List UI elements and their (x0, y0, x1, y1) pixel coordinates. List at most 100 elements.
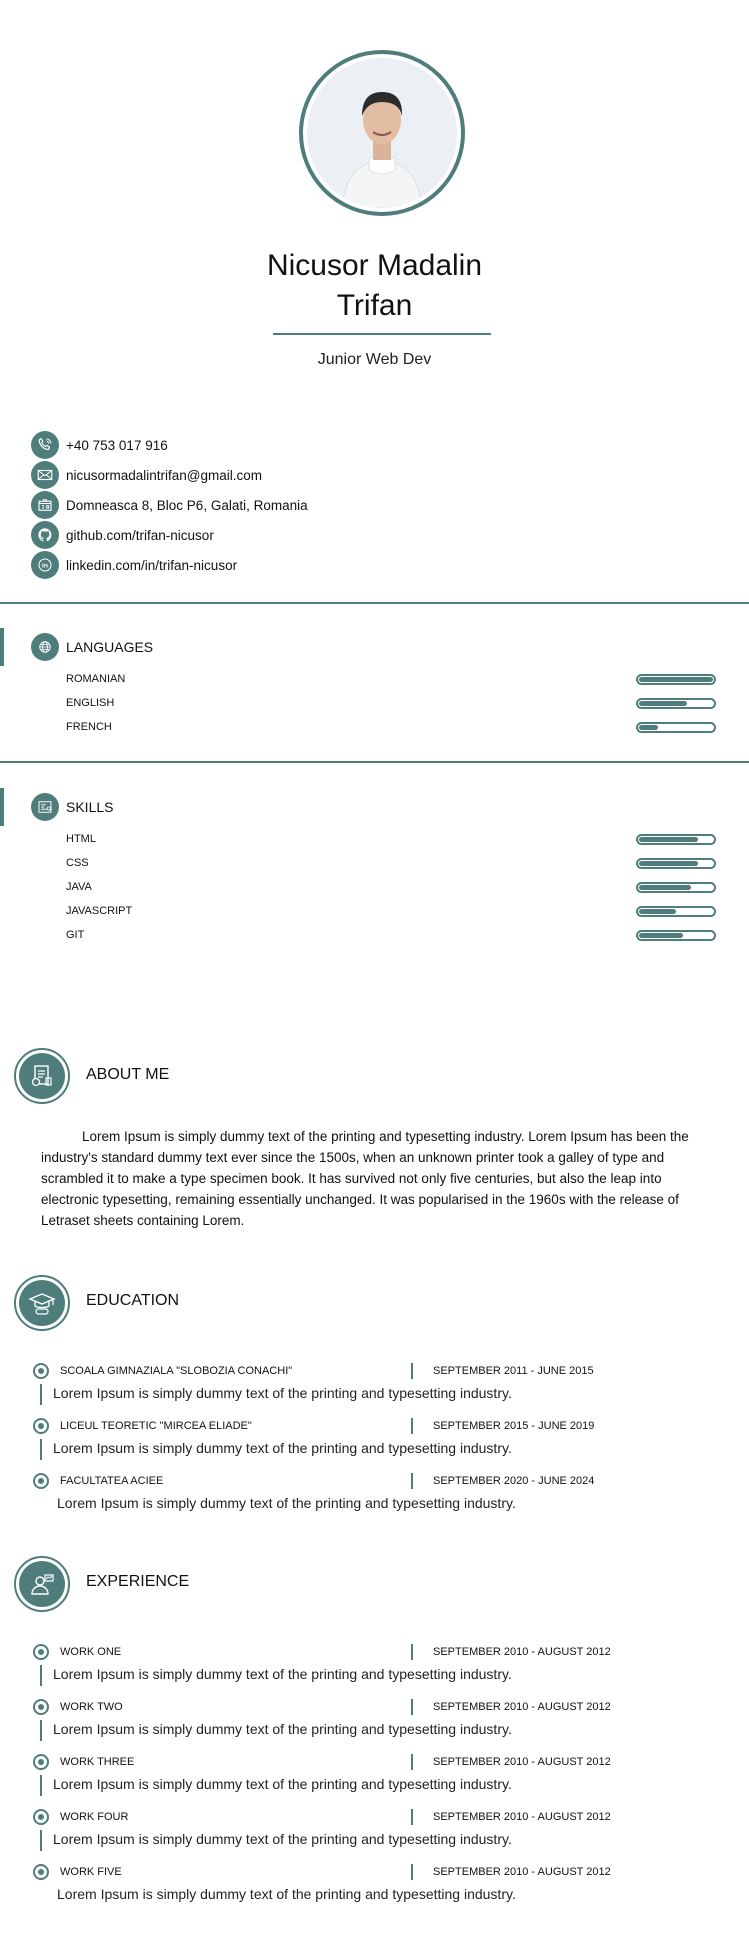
experience-date: SEPTEMBER 2010 - AUGUST 2012 (433, 1756, 611, 1768)
language-level-bar (636, 697, 716, 709)
level-fill (639, 932, 684, 938)
experience-job: WORK FIVE (60, 1866, 122, 1878)
timeline-dot-icon (33, 1699, 49, 1715)
level-fill (639, 700, 688, 706)
contact-phone-text: +40 753 017 916 (66, 437, 168, 453)
timeline-separator (411, 1363, 413, 1379)
graduation-cap-icon (19, 1280, 65, 1326)
linkedin-icon: in (31, 551, 59, 579)
education-description: Lorem Ipsum is simply dummy text of the … (33, 1384, 733, 1405)
education-school: SCOALA GIMNAZIALA "SLOBOZIA CONACHI" (60, 1365, 293, 1377)
skill-level-bar (636, 905, 716, 917)
education-date: SEPTEMBER 2015 - JUNE 2019 (433, 1420, 595, 1432)
contact-email[interactable]: nicusormadalintrifan@gmail.com (31, 460, 308, 490)
level-fill (639, 836, 699, 842)
timeline-dot-icon (33, 1418, 49, 1434)
language-label: ROMANIAN (66, 673, 126, 685)
experience-description: Lorem Ipsum is simply dummy text of the … (33, 1720, 733, 1741)
experience-description: Lorem Ipsum is simply dummy text of the … (33, 1775, 733, 1796)
timeline-dot-icon (33, 1864, 49, 1880)
education-date: SEPTEMBER 2020 - JUNE 2024 (433, 1475, 595, 1487)
profile-photo (307, 58, 457, 208)
about-icon-frame (14, 1048, 70, 1104)
experience-description: Lorem Ipsum is simply dummy text of the … (33, 1830, 733, 1851)
address-icon (31, 491, 59, 519)
skill-level-bar (636, 857, 716, 869)
timeline-dot-icon (33, 1473, 49, 1489)
level-fill (639, 908, 676, 914)
name-first: Nicusor Madalin (266, 249, 483, 282)
level-fill (639, 884, 691, 890)
education-item: FACULTATEA ACIEE SEPTEMBER 2020 - JUNE 2… (33, 1473, 733, 1511)
profile-photo-frame (299, 50, 465, 216)
skill-row: HTML (66, 832, 716, 846)
language-row: FRENCH (66, 720, 716, 734)
contact-github[interactable]: github.com/trifan-nicusor (31, 520, 308, 550)
language-label: FRENCH (66, 721, 112, 733)
skill-row: CSS (66, 856, 716, 870)
document-icon (19, 1053, 65, 1099)
skill-label: HTML (66, 833, 96, 845)
skill-row: JAVASCRIPT (66, 904, 716, 918)
timeline-separator (411, 1809, 413, 1825)
contact-address[interactable]: Domneasca 8, Bloc P6, Galati, Romania (31, 490, 308, 520)
education-date: SEPTEMBER 2011 - JUNE 2015 (433, 1365, 594, 1377)
timeline-separator (411, 1644, 413, 1660)
skill-label: JAVASCRIPT (66, 905, 133, 917)
person-photo-icon (307, 58, 457, 208)
level-fill (639, 860, 699, 866)
education-school: LICEUL TEORETIC "MIRCEA ELIADE" (60, 1420, 252, 1432)
name-last: Trifan (336, 289, 413, 322)
contact-email-text: nicusormadalintrifan@gmail.com (66, 467, 263, 483)
language-row: ENGLISH (66, 696, 716, 710)
experience-item: WORK FOUR SEPTEMBER 2010 - AUGUST 2012 L… (33, 1809, 733, 1851)
timeline-separator (411, 1473, 413, 1489)
contact-linkedin[interactable]: in linkedin.com/in/trifan-nicusor (31, 550, 308, 580)
experience-item: WORK FIVE SEPTEMBER 2010 - AUGUST 2012 L… (33, 1864, 733, 1902)
section-divider (0, 602, 749, 604)
job-title: Junior Web Dev (317, 351, 432, 368)
experience-item: WORK THREE SEPTEMBER 2010 - AUGUST 2012 … (33, 1754, 733, 1796)
level-fill (639, 676, 713, 682)
skill-label: CSS (66, 857, 89, 869)
timeline-separator (411, 1754, 413, 1770)
education-school: FACULTATEA ACIEE (60, 1475, 164, 1487)
experience-date: SEPTEMBER 2010 - AUGUST 2012 (433, 1866, 611, 1878)
experience-date: SEPTEMBER 2010 - AUGUST 2012 (433, 1646, 611, 1658)
contact-address-text: Domneasca 8, Bloc P6, Galati, Romania (66, 497, 308, 513)
experience-title: EXPERIENCE (86, 1573, 190, 1590)
contact-phone[interactable]: +40 753 017 916 (31, 430, 308, 460)
education-icon-frame (14, 1275, 70, 1331)
experience-job: WORK ONE (60, 1646, 122, 1658)
contact-list: +40 753 017 916 nicusormadalintrifan@gma… (31, 430, 308, 580)
skill-level-bar (636, 929, 716, 941)
education-description: Lorem Ipsum is simply dummy text of the … (57, 1495, 516, 1511)
skill-label: JAVA (66, 881, 92, 893)
language-level-bar (636, 673, 716, 685)
experience-date: SEPTEMBER 2010 - AUGUST 2012 (433, 1701, 611, 1713)
skills-icon (31, 793, 59, 821)
skill-level-bar (636, 881, 716, 893)
svg-text:in: in (42, 563, 48, 570)
skills-title: SKILLS (66, 799, 114, 815)
languages-header: LANGUAGES (31, 633, 153, 661)
language-level-bar (636, 721, 716, 733)
contact-linkedin-text: linkedin.com/in/trifan-nicusor (66, 557, 238, 573)
skills-header: SKILLS (31, 793, 113, 821)
experience-item: WORK ONE SEPTEMBER 2010 - AUGUST 2012 Lo… (33, 1644, 733, 1686)
github-icon (31, 521, 59, 549)
timeline-dot-icon (33, 1809, 49, 1825)
education-title: EDUCATION (86, 1292, 180, 1309)
language-row: ROMANIAN (66, 672, 716, 686)
experience-description: Lorem Ipsum is simply dummy text of the … (33, 1665, 733, 1686)
name-underline (273, 333, 491, 335)
skill-row: GIT (66, 928, 716, 942)
skill-label: GIT (66, 929, 85, 941)
level-fill (639, 724, 658, 730)
skills-accent-bar (0, 788, 4, 826)
education-item: SCOALA GIMNAZIALA "SLOBOZIA CONACHI" SEP… (33, 1363, 733, 1405)
mail-icon (31, 461, 59, 489)
experience-job: WORK TWO (60, 1701, 123, 1713)
timeline-dot-icon (33, 1754, 49, 1770)
skill-row: JAVA (66, 880, 716, 894)
